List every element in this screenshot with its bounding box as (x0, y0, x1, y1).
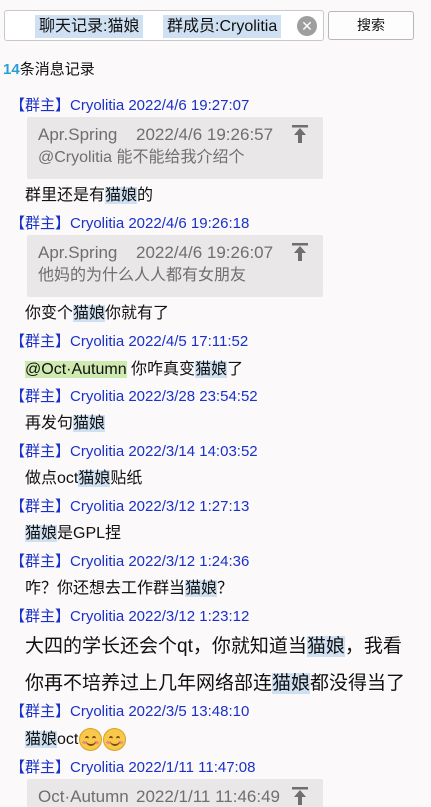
quote-meta: Apr.Spring 2022/4/6 19:26:07 (38, 242, 273, 264)
keyword-highlight: 猫娘 (185, 580, 218, 597)
quote-meta: Oct·Autumn 2022/1/11 11:46:49 (38, 786, 280, 807)
reply-quote[interactable]: Apr.Spring 2022/4/6 19:26:07 他妈的为什么人人都有女朋友 (27, 235, 323, 297)
message-body: 猫娘是GPL捏 (25, 522, 121, 545)
message-body: 做点oct猫娘贴纸 (25, 467, 142, 490)
pin-icon[interactable] (291, 786, 309, 806)
search-chip-member[interactable]: 群成员:Cryolitia (163, 15, 282, 38)
message-body: 你变个猫娘你就有了 (25, 302, 169, 325)
keyword-highlight: 猫娘 (25, 525, 58, 542)
message-body-line: 你再不培养过上几年网络部连猫娘都没得当了 (25, 671, 405, 697)
keyword-highlight: 猫娘 (25, 731, 58, 748)
blush-smile-emoji-icon (103, 728, 127, 752)
keyword-highlight: 猫娘 (78, 470, 111, 487)
message-header[interactable]: 【群主】Cryolitia 2022/3/14 14:03:52 (10, 443, 258, 461)
message-text: 做点oct (25, 470, 79, 487)
reply-quote[interactable]: Oct·Autumn 2022/1/11 11:46:49 (27, 779, 323, 807)
message-header[interactable]: 【群主】Cryolitia 2022/4/6 19:27:07 (10, 97, 249, 115)
message-body: 咋？你还想去工作群当猫娘？ (25, 577, 233, 600)
clear-icon[interactable]: ✕ (297, 16, 317, 36)
result-count: 14条消息记录 (3, 60, 95, 80)
message-text: 你变个 (25, 305, 74, 322)
message-text: 都没得当了 (310, 673, 406, 694)
keyword-highlight: 猫娘 (272, 673, 311, 694)
keyword-highlight: 猫娘 (306, 636, 345, 657)
message-text: 咋？你还想去工作群当 (25, 580, 186, 597)
keyword-highlight: 猫娘 (73, 415, 106, 432)
message-header[interactable]: 【群主】Cryolitia 2022/3/12 1:27:13 (10, 498, 249, 516)
quote-author: Apr.Spring (38, 243, 118, 262)
message-header[interactable]: 【群主】Cryolitia 2022/3/5 13:48:10 (10, 703, 249, 721)
keyword-highlight: 猫娘 (73, 305, 106, 322)
keyword-highlight: 猫娘 (195, 361, 228, 378)
quote-text: 他妈的为什么人人都有女朋友 (38, 267, 247, 284)
message-text: 是GPL捏 (57, 525, 122, 542)
search-bar: 聊天记录:猫娘 群成员:Cryolitia ✕ 搜索 (0, 0, 431, 52)
message-header[interactable]: 【群主】Cryolitia 2022/4/6 19:26:18 (10, 215, 249, 233)
message-text: 的 (137, 187, 154, 204)
message-body: 再发句猫娘 (25, 412, 106, 435)
message-text: 再发句 (25, 415, 74, 432)
mention-tag[interactable]: @Oct·Autumn (25, 361, 127, 378)
message-text: ？ (217, 580, 234, 597)
message-text: 大四的学长还会个qt，你就知道当 (25, 636, 307, 657)
message-text: 贴纸 (110, 470, 143, 487)
quote-meta: Apr.Spring 2022/4/6 19:26:57 (38, 124, 273, 146)
quote-author: Apr.Spring (38, 125, 118, 144)
message-text: ，我看 (344, 636, 402, 657)
pin-icon[interactable] (291, 242, 309, 262)
message-text: oct (57, 731, 79, 748)
message-header[interactable]: 【群主】Cryolitia 2022/3/12 1:24:36 (10, 553, 249, 571)
blush-smile-emoji-icon (79, 728, 103, 752)
keyword-highlight: 猫娘 (105, 187, 138, 204)
pin-icon[interactable] (291, 124, 309, 144)
message-header[interactable]: 【群主】Cryolitia 2022/3/12 1:23:12 (10, 608, 249, 626)
quote-author: Oct·Autumn (38, 787, 129, 806)
quote-time: 2022/1/11 11:46:49 (136, 787, 281, 806)
result-count-label: 条消息记录 (19, 61, 95, 78)
quote-time: 2022/4/6 19:26:07 (136, 243, 274, 262)
quote-time: 2022/4/6 19:26:57 (136, 125, 274, 144)
message-body: 猫娘oct (25, 728, 127, 752)
search-input[interactable]: 聊天记录:猫娘 群成员:Cryolitia ✕ (4, 10, 324, 41)
message-text: 你再不培养过上几年网络部连 (25, 673, 273, 694)
message-header[interactable]: 【群主】Cryolitia 2022/1/11 11:47:08 (10, 759, 255, 777)
message-text: 你咋真变 (126, 361, 196, 378)
reply-quote[interactable]: Apr.Spring 2022/4/6 19:26:57 @Cryolitia 能不… (27, 117, 323, 179)
message-body-line: 大四的学长还会个qt，你就知道当猫娘，我看 (25, 634, 402, 660)
search-button[interactable]: 搜索 (328, 11, 414, 40)
quote-text: @Cryolitia 能不能给我介绍个 (38, 149, 245, 166)
message-header[interactable]: 【群主】Cryolitia 2022/4/5 17:11:52 (10, 333, 248, 351)
search-chip-chat-record[interactable]: 聊天记录:猫娘 (35, 15, 144, 38)
message-text: 你就有了 (105, 305, 170, 322)
message-text: 了 (227, 361, 244, 378)
result-count-number: 14 (3, 61, 20, 78)
message-text: 群里还是有 (25, 187, 106, 204)
message-body: 群里还是有猫娘的 (25, 184, 153, 207)
message-header[interactable]: 【群主】Cryolitia 2022/3/28 23:54:52 (10, 388, 258, 406)
message-body: @Oct·Autumn 你咋真变猫娘了 (25, 358, 243, 381)
